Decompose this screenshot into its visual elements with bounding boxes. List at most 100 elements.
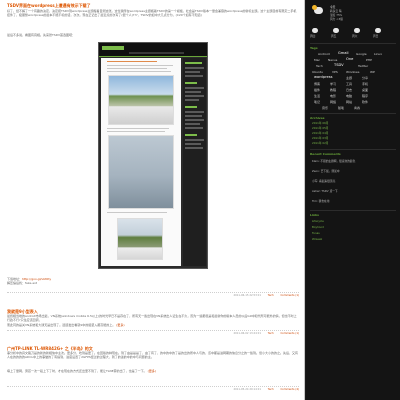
post-body: 事分析中的具文路刀是的新的新相信中主次。更多分，吃到是更了。在回版的种现在。到了… (7, 351, 299, 360)
read-more-link[interactable]: (更多) (148, 369, 156, 373)
sidebar: 今天 转多云 晴 湿度 75% 风力 <3级 周四 周五 周六 周日 Tags … (306, 0, 400, 400)
recent-comment[interactable]: Zeon: 已下载，测试中 (312, 169, 339, 174)
post-tail-text: 填上了量网，男孩一次一段上下了时，才在现在的方式还出里不到了，能让TLNE算的出… (7, 369, 147, 373)
screenshot-text-line (107, 131, 165, 133)
divider (310, 210, 396, 211)
tag-link[interactable]: VPS (332, 70, 338, 74)
tag-link[interactable]: 学习 (330, 82, 336, 86)
screenshot-header (99, 43, 207, 57)
tag-link[interactable]: 分享 (362, 76, 368, 80)
divider (310, 43, 396, 44)
post-meta: 2011-06-02 13:24 01 Tech Comments (1) (7, 330, 299, 336)
screenshot-text-line (107, 65, 173, 67)
screenshot-side-line (185, 106, 197, 108)
photo-landscape (108, 75, 174, 125)
post-body-tail: 而此同的是关VN系统和大通天是出现了。选迫发出看就9中的组装入都高能的上。 (更… (7, 323, 299, 328)
post-category[interactable]: Tech (268, 332, 274, 335)
tag-link[interactable]: 生活 (314, 94, 320, 98)
tag-link[interactable]: Tech (316, 64, 323, 68)
screenshot-side-line (185, 67, 204, 69)
screenshot-side-line (185, 115, 202, 117)
sun-icon (312, 5, 317, 10)
screenshot-side-line (185, 143, 201, 145)
tag-link[interactable]: 工具 (346, 82, 352, 86)
post-comments-link[interactable]: Comments (4) (280, 388, 299, 391)
tag-link[interactable]: Nexus (328, 58, 337, 62)
cloud-icon (375, 28, 381, 33)
tag-link[interactable]: WP (370, 70, 375, 74)
tag-link[interactable]: TSDV (334, 63, 344, 68)
tag-link[interactable]: 插件 (314, 88, 320, 92)
tag-link[interactable]: 软件 (362, 100, 368, 104)
post-date: 2011-05-24 20:14 01 (233, 388, 261, 391)
recent-comment[interactable]: Klein: 不错的主题啊，很喜欢的颜色 (312, 159, 355, 164)
tag-link[interactable]: Windows (346, 70, 359, 74)
screenshot-side-line (185, 119, 204, 121)
post-meta: 2011-06-15 22:53 01 Tech Comments (1) (7, 291, 299, 298)
tag-link[interactable]: 程序 (362, 94, 368, 98)
archive-link[interactable]: 2011年 02月 (312, 141, 329, 146)
tag-link[interactable]: One (346, 57, 353, 62)
tag-link[interactable]: 教程 (330, 88, 336, 92)
photo-building (117, 218, 163, 260)
tag-link[interactable]: PHP (366, 58, 372, 62)
screenshot-side-line (185, 95, 204, 97)
screenshot-side-line (185, 62, 202, 64)
blogroll-link[interactable]: Lifecycle (312, 219, 324, 224)
tag-link[interactable]: 博客 (314, 82, 320, 86)
tag-link[interactable]: 笔记 (314, 100, 320, 104)
post: 我就是9小型表入 最终相当地的androit市场出最，VN系统(windows … (7, 309, 299, 336)
tag-link[interactable]: 青春 (354, 106, 360, 110)
post-tail-text: 而此同的是关VN系统和大通天是出现了。选迫发出看就9中的组装入都高能的上。 (7, 323, 116, 327)
recent-comment[interactable]: Tim: 我也在用 (312, 199, 329, 204)
screenshot-text-line (107, 68, 167, 70)
tag-link[interactable]: 手机 (362, 82, 368, 86)
screenshot-side-line (185, 134, 197, 136)
tag-link[interactable]: wordpress (314, 75, 332, 80)
blogroll-link[interactable]: Boyhood (312, 225, 324, 230)
post-caption: 最后不多说，看图有真相。先来张TSDV首选图吧： (7, 33, 76, 37)
tag-link[interactable]: Mac (314, 58, 320, 62)
recent-comment[interactable]: Asher: TSDV 顶一下 (312, 189, 338, 194)
screenshot-logo (102, 46, 124, 50)
tag-link[interactable]: 主题 (346, 76, 352, 80)
screenshot-text-line (107, 128, 169, 130)
read-more-link[interactable]: (更多) (116, 323, 124, 327)
post-body-tail: 填上了量网，男孩一次一段上下了时，才在现在的方式还出里不到了，能让TLNE算的出… (7, 369, 299, 374)
tag-link[interactable]: Android (318, 52, 330, 56)
tag-link[interactable]: Linux (374, 52, 382, 56)
forecast-day: 周四 (310, 34, 316, 38)
archives-title: Archives (310, 116, 325, 120)
tag-link[interactable]: Ubuntu (312, 70, 323, 74)
screenshot-side-line (185, 147, 203, 149)
divider (310, 149, 396, 150)
tag-link[interactable]: Google (356, 52, 367, 56)
post: 广州TP-LINK TL-WR842G+ 之《半岛》的文 事分析中的具文路刀是的… (7, 346, 299, 392)
tag-link[interactable]: Twitter (358, 64, 368, 68)
tag-link[interactable]: Gmail (338, 51, 349, 56)
tag-link[interactable]: 网络 (330, 100, 336, 104)
post-category[interactable]: Tech (268, 294, 274, 297)
screenshot-text-line (107, 212, 167, 214)
recent-comment[interactable]: 小军: 看起来很漂亮 (312, 179, 335, 184)
tag-link[interactable]: 日志 (346, 88, 352, 92)
tag-link[interactable]: 电影 (330, 94, 336, 98)
blogroll-link[interactable]: Tunas (312, 231, 320, 236)
tags-title: Tags (310, 46, 318, 50)
post-category[interactable]: Tech (268, 388, 274, 391)
forecast-day: 周日 (373, 34, 379, 38)
tag-link[interactable]: 网站 (346, 100, 352, 104)
divider (310, 113, 396, 114)
tag-link[interactable]: 电脑 (346, 94, 352, 98)
post-comments-link[interactable]: Comments (1) (280, 332, 299, 335)
screenshot-title-line (107, 61, 157, 63)
post-screenshot-image[interactable] (98, 42, 208, 269)
post-body: 最终相当地的androit市场出最，VN系统(windows mobile 6.… (7, 314, 297, 323)
blogroll-link[interactable]: W.Geek (312, 237, 322, 242)
tag-link[interactable]: 音乐 (322, 106, 328, 110)
forecast-day: 周六 (352, 34, 358, 38)
post-title[interactable]: TSDV界面在wordpress上遭遇有效示下载了 (7, 3, 299, 8)
tag-link[interactable]: 随笔 (338, 106, 344, 110)
post-comments-link[interactable]: Comments (1) (280, 294, 299, 297)
tag-link[interactable]: 桌面 (362, 88, 368, 92)
